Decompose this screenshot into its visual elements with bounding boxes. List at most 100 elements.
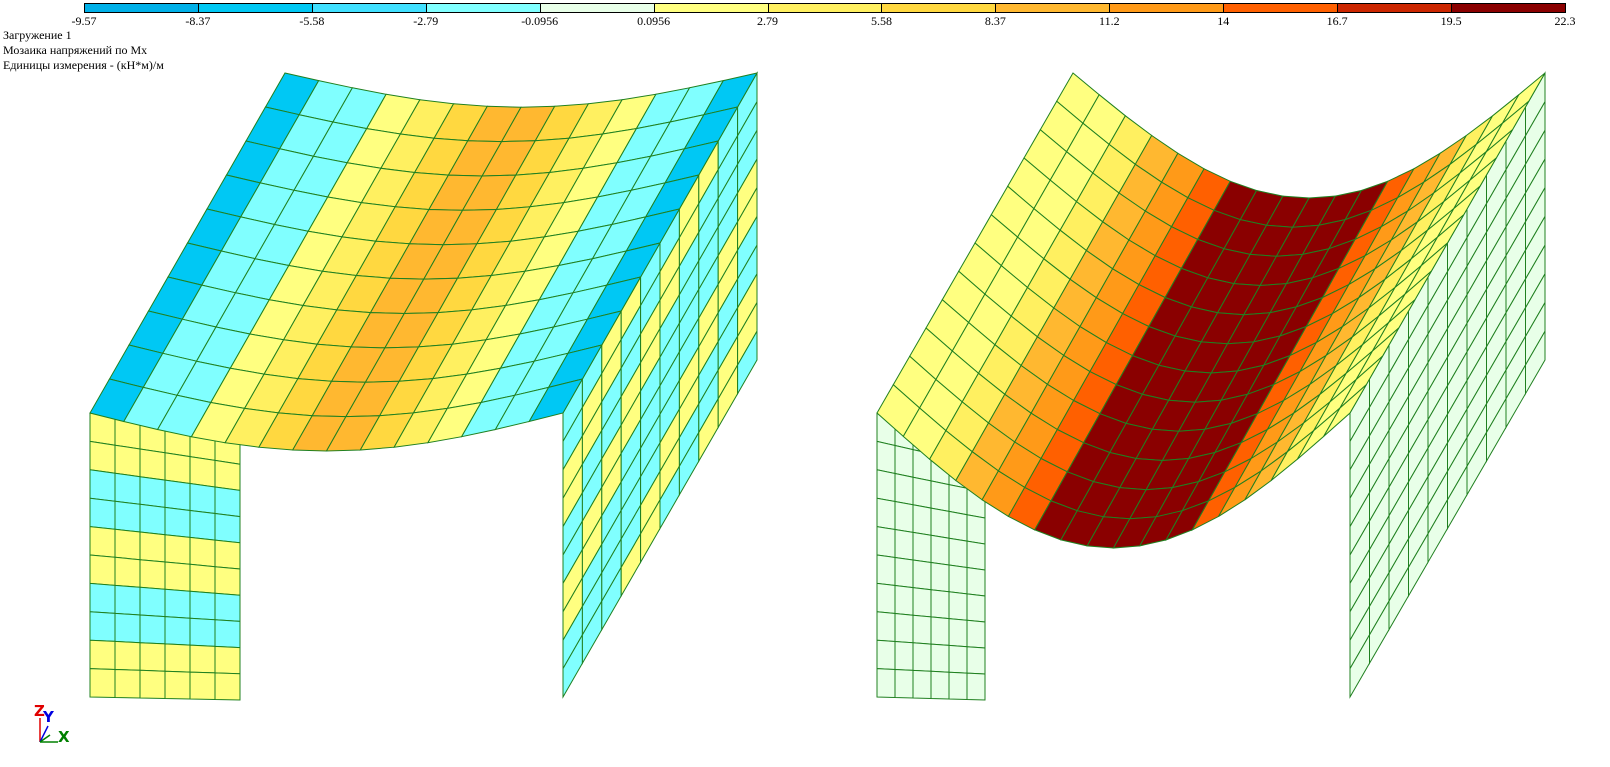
right-shell-model[interactable] bbox=[876, 71, 1546, 701]
right-left-wall-element bbox=[912, 642, 932, 672]
near-wall-element bbox=[89, 497, 116, 530]
near-wall-element bbox=[139, 669, 166, 700]
model-viewport[interactable] bbox=[0, 0, 1610, 767]
near-wall-element bbox=[214, 566, 241, 596]
right-left-wall-element bbox=[876, 554, 896, 587]
right-left-wall-element bbox=[876, 639, 896, 671]
near-wall-element bbox=[139, 586, 166, 618]
axis-x-label: X bbox=[58, 728, 70, 746]
near-wall-element bbox=[214, 645, 241, 675]
right-left-wall-element bbox=[912, 531, 932, 564]
right-left-wall-element bbox=[894, 640, 914, 671]
near-wall-element bbox=[164, 534, 191, 565]
right-left-wall-element bbox=[894, 556, 914, 589]
right-left-wall-element bbox=[894, 612, 914, 644]
right-left-wall-element bbox=[930, 534, 950, 566]
right-left-wall-element bbox=[894, 528, 914, 561]
right-left-wall-element bbox=[912, 476, 932, 509]
near-wall-element bbox=[139, 642, 166, 672]
right-left-wall-element bbox=[966, 540, 986, 571]
right-left-wall-element bbox=[948, 510, 968, 542]
near-wall-element bbox=[189, 590, 216, 621]
right-left-wall-element bbox=[948, 671, 968, 701]
near-wall-element bbox=[89, 526, 116, 558]
near-wall-element bbox=[189, 536, 216, 568]
near-wall-element bbox=[89, 639, 116, 671]
right-left-wall-element bbox=[948, 591, 968, 621]
near-wall-element bbox=[114, 444, 141, 478]
near-wall-element bbox=[89, 440, 116, 474]
near-wall-element bbox=[214, 512, 241, 544]
near-wall-element bbox=[214, 619, 241, 649]
right-left-wall-element bbox=[876, 469, 896, 503]
near-wall-element bbox=[214, 672, 241, 701]
right-left-wall-element bbox=[894, 472, 914, 506]
near-wall-element bbox=[139, 559, 166, 590]
near-wall-element bbox=[89, 554, 116, 586]
right-left-wall-element bbox=[930, 616, 950, 646]
near-wall-element bbox=[114, 612, 141, 644]
right-left-wall-element bbox=[876, 497, 896, 531]
near-wall-element bbox=[89, 611, 116, 642]
right-left-wall-element bbox=[876, 611, 896, 643]
near-wall-element bbox=[189, 671, 216, 701]
near-wall-element bbox=[164, 506, 191, 538]
right-left-wall-element bbox=[930, 670, 950, 700]
right-left-wall-element bbox=[912, 614, 932, 645]
right-left-wall-element bbox=[876, 440, 896, 475]
right-left-wall-element bbox=[966, 646, 986, 675]
near-wall-element bbox=[114, 584, 141, 616]
near-wall-element bbox=[214, 486, 241, 518]
near-wall-element bbox=[164, 561, 191, 592]
near-wall-element bbox=[139, 503, 166, 536]
near-wall-element bbox=[164, 588, 191, 619]
right-left-wall-element bbox=[948, 564, 968, 595]
near-wall-element bbox=[114, 640, 141, 671]
right-left-wall-element bbox=[894, 444, 914, 478]
near-wall-element bbox=[189, 456, 216, 488]
near-wall-element bbox=[214, 539, 241, 570]
near-wall-element bbox=[164, 616, 191, 646]
right-left-wall-element bbox=[948, 644, 968, 674]
near-wall-element bbox=[114, 668, 141, 699]
right-left-wall-element bbox=[912, 669, 932, 700]
right-left-wall-element bbox=[894, 668, 914, 699]
right-left-wall-element bbox=[966, 566, 986, 597]
right-left-wall-element bbox=[966, 514, 986, 545]
near-wall-element bbox=[89, 582, 116, 614]
right-left-wall-element bbox=[966, 672, 986, 701]
right-left-wall-element bbox=[966, 619, 986, 649]
right-left-wall-element bbox=[912, 504, 932, 536]
near-wall-element bbox=[189, 617, 216, 647]
near-wall-element bbox=[189, 482, 216, 515]
right-left-wall-element bbox=[930, 589, 950, 620]
right-left-wall-element bbox=[948, 483, 968, 516]
near-wall-element bbox=[139, 476, 166, 508]
near-wall-element bbox=[164, 643, 191, 673]
near-wall-element bbox=[189, 563, 216, 594]
axis-triad-icon: Z Y X bbox=[34, 702, 74, 747]
near-wall-element bbox=[139, 448, 166, 481]
near-wall-element bbox=[114, 556, 141, 588]
right-left-wall-element bbox=[948, 537, 968, 569]
near-wall-element bbox=[214, 592, 241, 622]
left-shell-model[interactable] bbox=[89, 71, 758, 701]
near-wall-element bbox=[114, 500, 141, 533]
right-left-wall-element bbox=[930, 561, 950, 593]
right-left-wall-element bbox=[876, 668, 896, 699]
near-wall-element bbox=[164, 479, 191, 512]
near-wall-element bbox=[114, 528, 141, 561]
near-wall-element bbox=[89, 668, 116, 699]
near-wall-element bbox=[164, 670, 191, 700]
right-left-wall-element bbox=[876, 526, 896, 559]
near-wall-element bbox=[89, 469, 116, 502]
near-wall-element bbox=[189, 509, 216, 541]
right-left-wall-element bbox=[930, 507, 950, 539]
near-wall-element bbox=[139, 531, 166, 563]
right-left-wall-element bbox=[930, 480, 950, 512]
right-left-wall-element bbox=[876, 582, 896, 615]
right-left-wall-element bbox=[966, 593, 986, 623]
near-wall-element bbox=[164, 452, 191, 485]
right-left-wall-element bbox=[912, 559, 932, 591]
right-left-wall-element bbox=[912, 587, 932, 618]
